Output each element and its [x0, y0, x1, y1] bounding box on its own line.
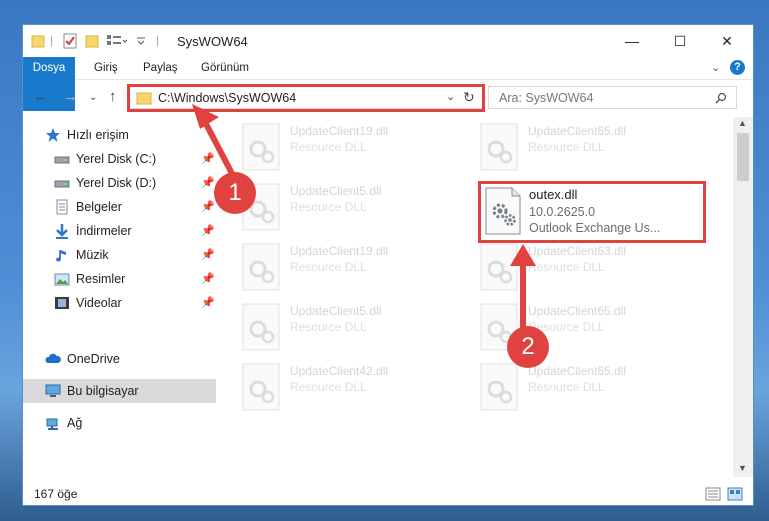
step-1-badge: 1: [214, 172, 256, 214]
annotation-arrows: [192, 104, 536, 330]
step-2-badge: 2: [507, 326, 549, 368]
arrow-head: [510, 244, 536, 266]
arrow-head: [192, 104, 219, 129]
